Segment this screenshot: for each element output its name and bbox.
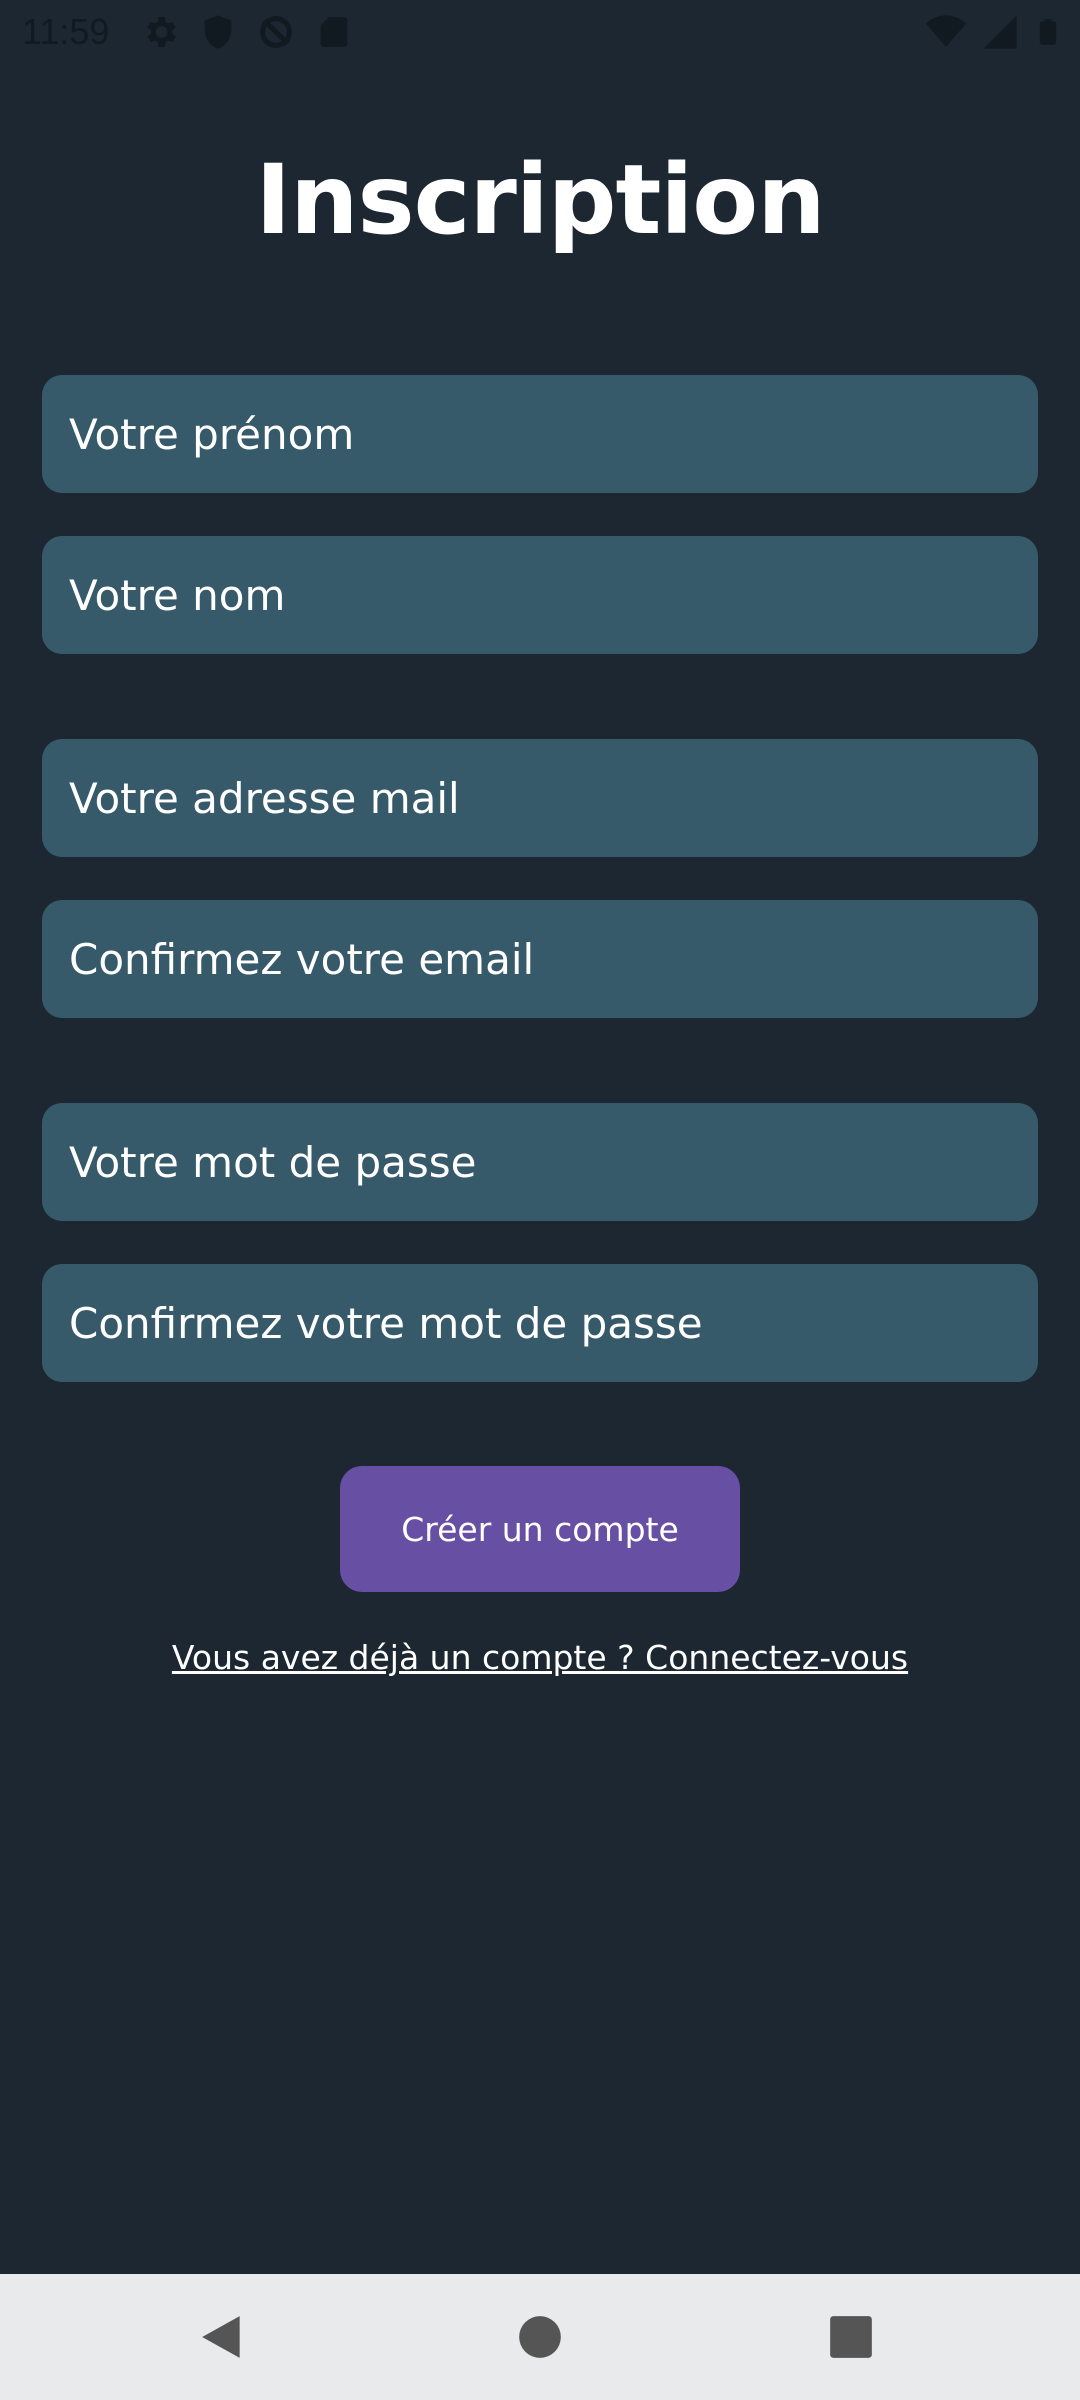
cellular-signal-icon xyxy=(983,15,1017,49)
first-name-input[interactable] xyxy=(42,375,1038,493)
password-input[interactable] xyxy=(42,1103,1038,1221)
sd-card-icon xyxy=(320,17,348,47)
status-time: 11:59 xyxy=(22,11,110,52)
status-icons-right xyxy=(926,12,1062,52)
wifi-icon xyxy=(926,15,966,47)
shield-icon xyxy=(204,15,232,49)
gear-icon xyxy=(147,17,176,47)
status-bar: 11:59 xyxy=(0,0,1080,64)
recents-icon[interactable] xyxy=(826,2312,876,2362)
login-link[interactable]: Vous avez déjà un compte ? Connectez-vou… xyxy=(0,1638,1080,1677)
last-name-input[interactable] xyxy=(42,536,1038,654)
create-account-button[interactable]: Créer un compte xyxy=(340,1466,740,1592)
confirm-email-input[interactable] xyxy=(42,900,1038,1018)
navigation-bar xyxy=(0,2274,1080,2400)
page-title: Inscription xyxy=(255,144,825,256)
back-icon[interactable] xyxy=(198,2312,248,2362)
home-icon[interactable] xyxy=(515,2312,565,2362)
battery-icon xyxy=(1039,19,1057,45)
sync-off-icon xyxy=(260,16,292,48)
email-input[interactable] xyxy=(42,739,1038,857)
confirm-password-input[interactable] xyxy=(42,1264,1038,1382)
status-icons-left xyxy=(140,12,354,52)
